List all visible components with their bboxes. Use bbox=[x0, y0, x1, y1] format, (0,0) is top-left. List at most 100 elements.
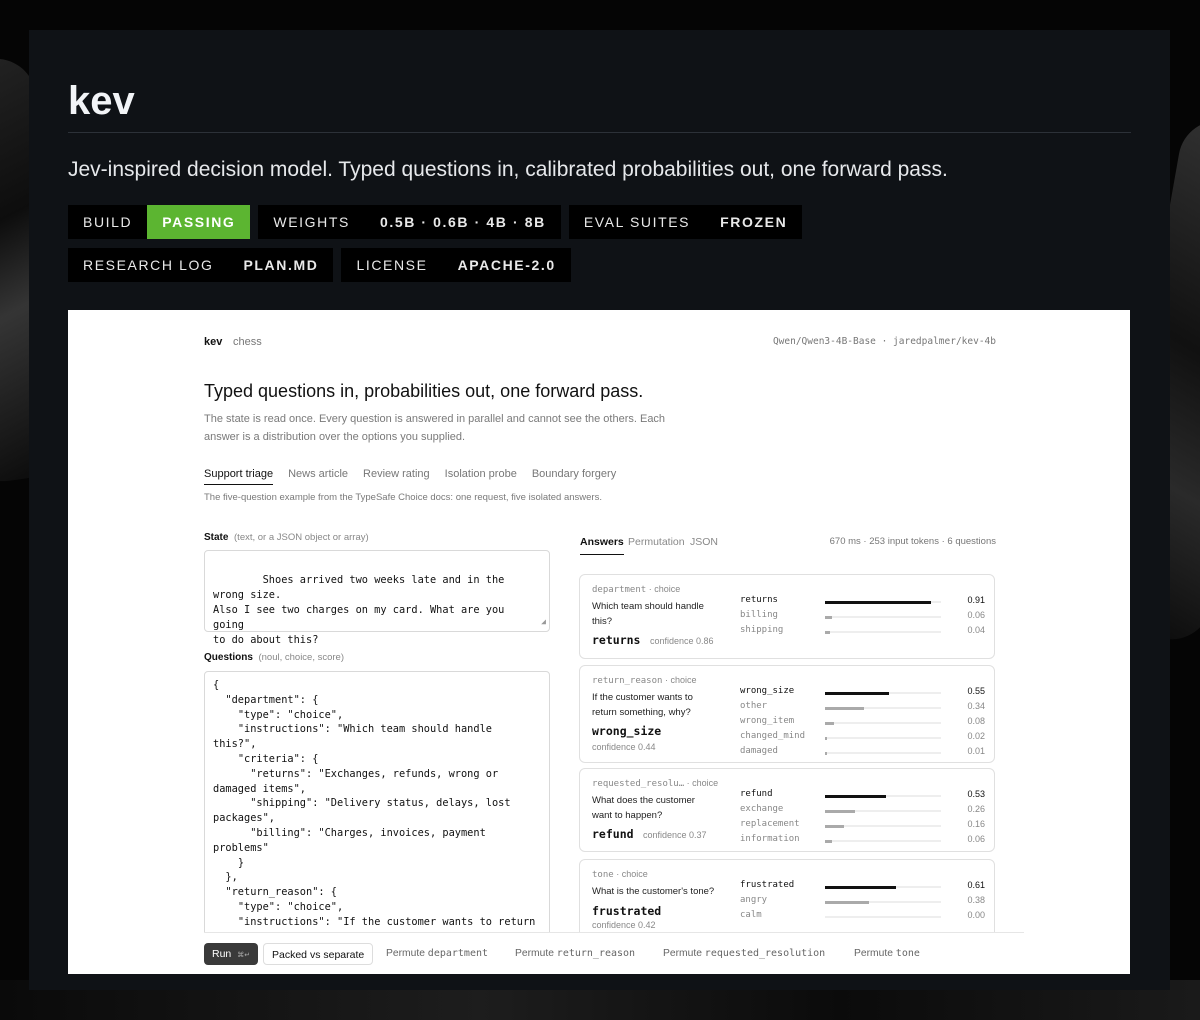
app-brand-sub[interactable]: chess bbox=[233, 336, 262, 348]
probability-bar-track bbox=[825, 600, 941, 604]
badge-weights[interactable]: WEIGHTS 0.5B · 0.6B · 4B · 8B bbox=[258, 205, 561, 239]
app-brand[interactable]: kev bbox=[204, 336, 222, 348]
hero-title: Typed questions in, probabilities out, o… bbox=[204, 381, 644, 401]
question-key: requested_resolu… · choice bbox=[592, 778, 718, 789]
top-answer: returns bbox=[592, 633, 641, 647]
questions-hint: (noul, choice, score) bbox=[258, 652, 345, 663]
permute-target: department bbox=[427, 948, 489, 959]
questions-editor[interactable]: { "department": { "type": "choice", "ins… bbox=[204, 671, 550, 941]
demo-app: kev chess Qwen/Qwen3-4B-Base · jaredpalm… bbox=[204, 310, 1024, 974]
permute-prefix: Permute bbox=[515, 948, 554, 959]
question-key-name: department bbox=[592, 585, 647, 595]
option-probability: 0.02 bbox=[967, 731, 985, 741]
probability-bar-track bbox=[825, 721, 941, 725]
option-probability: 0.61 bbox=[967, 880, 985, 890]
permute-prefix: Permute bbox=[663, 948, 702, 959]
question-type: · choice bbox=[616, 869, 648, 879]
probability-bar bbox=[825, 824, 844, 828]
probability-bar-track bbox=[825, 839, 941, 843]
permute-prefix: Permute bbox=[386, 948, 425, 959]
answers-header: Answers Permutation JSON 670 ms · 253 in… bbox=[580, 534, 996, 555]
option-probability: 0.08 bbox=[967, 716, 985, 726]
top-answer: refund bbox=[592, 827, 634, 841]
confidence-value: confidence 0.42 bbox=[592, 920, 656, 930]
question-text: Which team should handle this? bbox=[592, 601, 704, 627]
demo-screenshot: kev chess Qwen/Qwen3-4B-Base · jaredpalm… bbox=[68, 310, 1130, 974]
option-probability: 0.26 bbox=[967, 804, 985, 814]
top-answer: wrong_size bbox=[592, 724, 662, 738]
option-row: information 0.06 bbox=[740, 834, 985, 848]
permute-return-reason-button[interactable]: Permute return_reason bbox=[515, 943, 635, 965]
badge-value: APACHE-2.0 bbox=[442, 248, 571, 282]
option-row: wrong_size 0.55 bbox=[740, 686, 985, 700]
tab-answers[interactable]: Answers bbox=[580, 536, 624, 555]
tab-permutation[interactable]: Permutation bbox=[628, 536, 685, 548]
option-row: shipping 0.04 bbox=[740, 625, 985, 639]
model-path: Qwen/Qwen3-4B-Base · jaredpalmer/kev-4b bbox=[772, 336, 996, 347]
badge-research-log[interactable]: RESEARCH LOG PLAN.MD bbox=[68, 248, 334, 282]
confidence-value: confidence 0.37 bbox=[643, 830, 707, 840]
permute-requested-resolution-button[interactable]: Permute requested_resolution bbox=[663, 943, 825, 965]
question-type: · choice bbox=[664, 675, 697, 685]
tab-boundary-forgery[interactable]: Boundary forgery bbox=[532, 468, 616, 485]
run-button[interactable]: Run ⌘↵ bbox=[204, 943, 259, 965]
option-row: wrong_item 0.08 bbox=[740, 716, 985, 730]
probability-bar-track bbox=[825, 706, 941, 710]
tab-description: The five-question example from the TypeS… bbox=[204, 492, 602, 503]
probability-bar-track bbox=[825, 794, 941, 798]
permute-department-button[interactable]: Permute department bbox=[386, 943, 488, 965]
question-key: tone · choice bbox=[592, 869, 648, 880]
badge-build[interactable]: BUILD PASSING bbox=[68, 205, 251, 239]
probability-bar-track bbox=[825, 736, 941, 740]
option-name: information bbox=[740, 834, 800, 844]
badge-label: BUILD bbox=[68, 205, 148, 239]
option-row: replacement 0.16 bbox=[740, 819, 985, 833]
question-key: return_reason · choice bbox=[592, 675, 696, 686]
tab-isolation-probe[interactable]: Isolation probe bbox=[445, 468, 517, 485]
probability-bar-track bbox=[825, 751, 941, 755]
badge-license[interactable]: LICENSE APACHE-2.0 bbox=[341, 248, 571, 282]
question-key: department · choice bbox=[592, 584, 680, 595]
tab-support-triage[interactable]: Support triage bbox=[204, 468, 274, 485]
probability-bar bbox=[825, 751, 828, 755]
tab-news-article[interactable]: News article bbox=[288, 468, 348, 485]
probability-bar-track bbox=[825, 824, 941, 828]
option-name: frustrated bbox=[740, 880, 795, 890]
state-label: State (text, or a JSON object or array) bbox=[204, 532, 369, 543]
answer-card-tone: tone · choice What is the customer's tone… bbox=[579, 859, 995, 941]
tab-review-rating[interactable]: Review rating bbox=[363, 468, 430, 485]
state-input[interactable]: Shoes arrived two weeks late and in the … bbox=[204, 550, 550, 646]
question-key-name: tone bbox=[592, 870, 614, 880]
option-name: damaged bbox=[740, 746, 778, 756]
option-probability: 0.91 bbox=[967, 595, 985, 605]
badge-value: PASSING bbox=[147, 205, 251, 239]
option-probability: 0.55 bbox=[967, 686, 985, 696]
packed-vs-separate-button[interactable]: Packed vs separate bbox=[263, 943, 374, 965]
option-row: frustrated 0.61 bbox=[740, 880, 985, 894]
probability-bar-track bbox=[825, 900, 941, 904]
question-text: What does the customer want to happen? bbox=[592, 795, 695, 821]
probability-bar-track bbox=[825, 916, 941, 918]
probability-bar bbox=[825, 736, 828, 740]
option-name: exchange bbox=[740, 804, 784, 814]
option-name: other bbox=[740, 701, 768, 711]
tab-json[interactable]: JSON bbox=[690, 536, 718, 548]
divider bbox=[68, 132, 1131, 133]
permute-target: return_reason bbox=[556, 948, 636, 959]
repo-tagline: Jev-inspired decision model. Typed quest… bbox=[68, 158, 948, 181]
probability-bar-track bbox=[825, 885, 941, 889]
option-row: calm 0.00 bbox=[740, 910, 985, 924]
state-input-value: Shoes arrived two weeks late and in the … bbox=[213, 574, 505, 646]
permute-tone-button[interactable]: Permute tone bbox=[854, 943, 920, 965]
option-row: changed_mind 0.02 bbox=[740, 731, 985, 745]
answer-card-return_reason: return_reason · choice If the customer wa… bbox=[579, 665, 995, 763]
option-probability: 0.00 bbox=[967, 910, 985, 920]
option-name: wrong_size bbox=[740, 686, 795, 696]
option-probability: 0.06 bbox=[967, 610, 985, 620]
confidence-value: confidence 0.86 bbox=[650, 636, 714, 646]
option-row: refund 0.53 bbox=[740, 789, 985, 803]
top-answer: frustrated bbox=[592, 904, 662, 918]
probability-bar-track bbox=[825, 615, 941, 619]
resize-grip-icon[interactable]: ◢ bbox=[541, 614, 546, 629]
badge-eval-suites[interactable]: EVAL SUITES FROZEN bbox=[568, 205, 803, 239]
